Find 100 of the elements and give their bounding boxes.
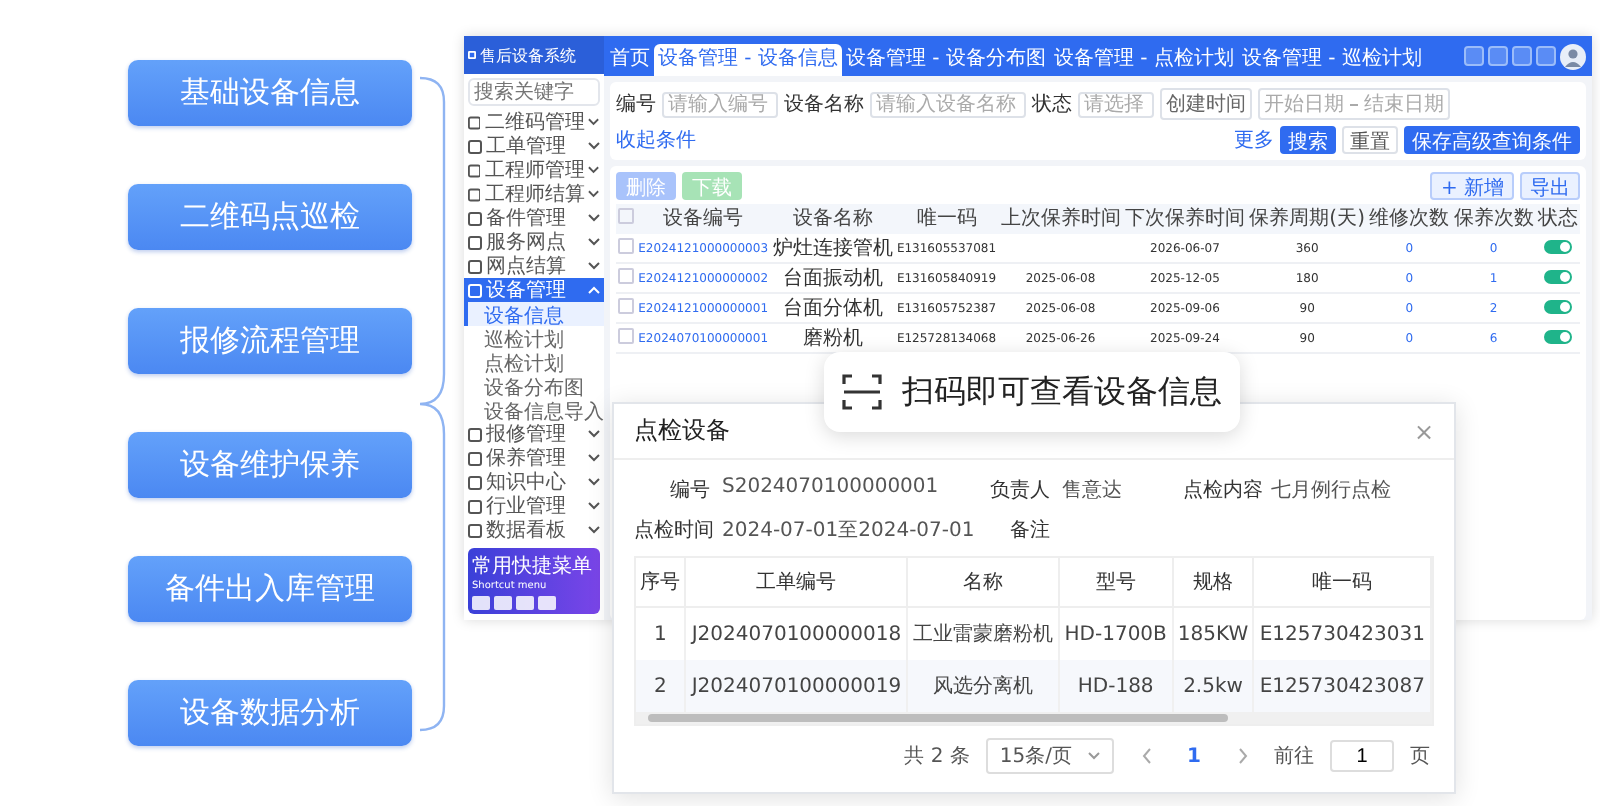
- column-header: 序号: [636, 558, 686, 607]
- menu-item[interactable]: 二维码管理: [464, 110, 604, 134]
- field-label: 点检时间: [634, 517, 710, 544]
- column-header: 型号: [1058, 558, 1173, 607]
- filter-label: 编号: [616, 91, 656, 118]
- column-header: 状态: [1535, 204, 1580, 234]
- tab[interactable]: 设备管理 - 点检计划: [1049, 44, 1238, 76]
- field-label: 备注: [1008, 517, 1051, 544]
- column-header: 设备名称: [770, 204, 895, 234]
- column-header: 唯一码: [894, 204, 999, 234]
- filter-label: 设备名称: [784, 92, 864, 118]
- dialog-title: 点检设备: [634, 414, 730, 448]
- page-size-select[interactable]: 15条/页: [985, 738, 1114, 774]
- menu-item[interactable]: 工单管理: [464, 134, 604, 158]
- submenu-item[interactable]: 设备信息: [464, 302, 604, 326]
- submenu-item[interactable]: 设备信息导入: [464, 398, 604, 422]
- field-value: 售意达: [1062, 477, 1123, 504]
- field-value: S2024070100000001: [722, 476, 939, 502]
- menu-item[interactable]: 数据看板: [464, 518, 604, 542]
- more-link[interactable]: 更多: [1234, 126, 1274, 154]
- menu-search-field[interactable]: 搜索关键字: [468, 78, 600, 106]
- feature-button[interactable]: 备件出入库管理: [128, 556, 412, 622]
- feature-button[interactable]: 设备维护保养: [128, 432, 412, 498]
- column-header: 名称: [907, 558, 1059, 607]
- menu-item[interactable]: 网点结算: [464, 254, 604, 278]
- shortcut-title: 常用快捷菜单: [472, 553, 594, 580]
- tab[interactable]: 首页: [606, 44, 654, 76]
- reset-button[interactable]: 重置: [1342, 126, 1398, 154]
- filter-field[interactable]: 请输入编号: [662, 91, 778, 117]
- chevron-right-icon: [1237, 748, 1247, 764]
- menu-item[interactable]: 备件管理: [464, 206, 604, 230]
- tab[interactable]: 设备管理 - 设备分布图: [841, 44, 1050, 76]
- menu-item[interactable]: 服务网点: [464, 230, 604, 254]
- tab[interactable]: 设备管理 - 巡检计划: [1237, 44, 1426, 76]
- feature-button[interactable]: 设备数据分析: [128, 680, 412, 746]
- table-cell: 台面振动机: [770, 263, 895, 293]
- goto-label: 前往: [1274, 743, 1314, 770]
- column-header: 上次保养时间: [998, 204, 1123, 234]
- checkbox[interactable]: [618, 328, 635, 344]
- app-name: 售后设备系统: [480, 45, 576, 67]
- avatar-icon[interactable]: [1560, 43, 1586, 69]
- checkbox[interactable]: [618, 208, 635, 224]
- table-cell: 风选分离机: [907, 660, 1059, 712]
- close-button[interactable]: ×: [1413, 419, 1434, 443]
- table-cell: J2024070100000019: [685, 660, 908, 712]
- field-value: 七月例行点检: [1271, 477, 1392, 504]
- collapse-link[interactable]: 收起条件: [616, 126, 696, 154]
- column-header: 规格: [1172, 558, 1254, 607]
- status-toggle[interactable]: [1543, 270, 1572, 285]
- feature-button[interactable]: 报修流程管理: [128, 308, 412, 374]
- chevron-left-icon: [1141, 748, 1151, 764]
- menu-item[interactable]: 报修管理: [464, 422, 604, 446]
- menu-item[interactable]: 行业管理: [464, 494, 604, 518]
- column-header: 维修次数: [1367, 204, 1452, 234]
- filter-field[interactable]: 请选择: [1078, 91, 1154, 117]
- table-cell: E125730423087: [1253, 660, 1431, 712]
- horizontal-scrollbar[interactable]: [636, 712, 1432, 724]
- table-cell: HD-188: [1058, 660, 1173, 712]
- submenu-item[interactable]: 设备分布图: [464, 374, 604, 398]
- table-cell: 台面分体机: [770, 293, 895, 323]
- field-value: 2024-07-01至2024-07-01: [722, 518, 975, 544]
- checkbox[interactable]: [618, 238, 635, 254]
- field-label: 点检内容: [1183, 477, 1260, 504]
- filter-field[interactable]: 请输入设备名称: [870, 91, 1026, 117]
- checkbox[interactable]: [618, 298, 635, 314]
- menu-item[interactable]: 工程师结算: [464, 182, 604, 206]
- column-header: 唯一码: [1253, 558, 1431, 607]
- filter-label: 状态: [1032, 91, 1072, 118]
- column-header: 下次保养时间: [1122, 204, 1248, 234]
- search-button[interactable]: 搜索: [1280, 126, 1336, 154]
- column-header: 保养次数: [1451, 204, 1536, 234]
- menu-item[interactable]: 设备管理: [464, 278, 604, 302]
- feature-button[interactable]: 二维码点巡检: [128, 184, 412, 250]
- tab[interactable]: 设备管理 - 设备信息: [654, 44, 842, 76]
- goto-page-field[interactable]: 1: [1330, 740, 1394, 772]
- status-toggle[interactable]: [1543, 300, 1572, 315]
- callout-text: 扫码即可查看设备信息: [902, 371, 1222, 413]
- column-header: 保养周期(天): [1247, 204, 1368, 234]
- submenu-item[interactable]: 点检计划: [464, 350, 604, 374]
- scan-icon: [842, 374, 882, 410]
- submenu-item[interactable]: 巡检计划: [464, 326, 604, 350]
- feature-button[interactable]: 基础设备信息: [128, 60, 412, 126]
- field-label: 编号: [668, 477, 710, 504]
- table-cell: 2.5kw: [1172, 660, 1254, 712]
- date-type-select[interactable]: 创建时间: [1160, 88, 1252, 120]
- menu-item[interactable]: 工程师管理: [464, 158, 604, 182]
- table-cell: 2: [636, 660, 686, 712]
- column-header: 工单编号: [685, 558, 908, 607]
- column-header: 设备编号: [636, 204, 771, 234]
- menu-item[interactable]: 知识中心: [464, 470, 604, 494]
- status-toggle[interactable]: [1543, 240, 1572, 255]
- checkbox[interactable]: [618, 268, 635, 284]
- total-count: 共 2 条: [904, 743, 970, 770]
- save-query-button[interactable]: 保存高级查询条件: [1404, 126, 1580, 154]
- status-toggle[interactable]: [1543, 330, 1572, 345]
- menu-item[interactable]: 保养管理: [464, 446, 604, 470]
- action-button[interactable]: + 新增: [1430, 172, 1514, 200]
- action-button[interactable]: 导出: [1520, 172, 1580, 200]
- logo-icon: [468, 46, 476, 65]
- table-cell: 炉灶连接管机: [770, 234, 895, 263]
